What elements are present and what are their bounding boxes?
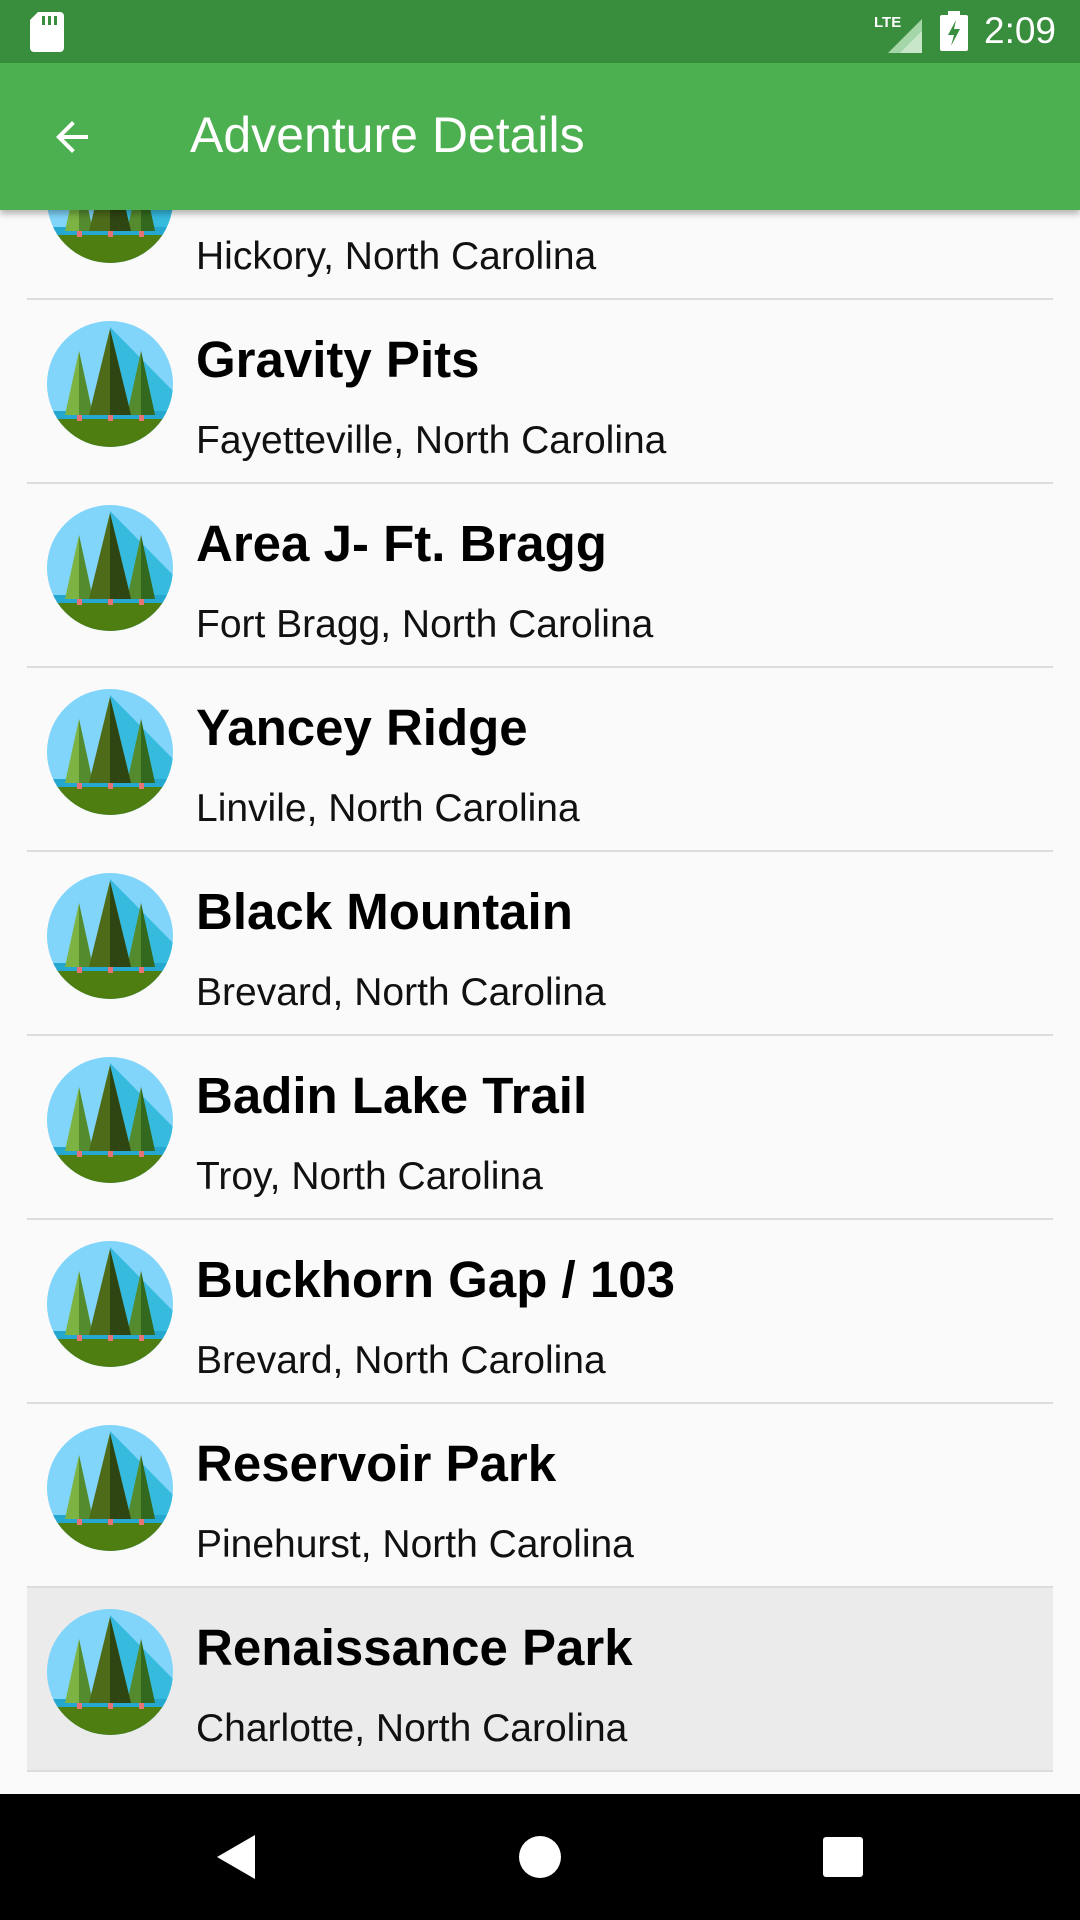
forest-trees-icon xyxy=(47,321,173,447)
recents-square-icon xyxy=(823,1837,863,1877)
list-item[interactable]: Black Mountain Brevard, North Carolina xyxy=(27,852,1053,1036)
adventure-location: Brevard, North Carolina xyxy=(196,1339,606,1382)
back-button[interactable] xyxy=(34,99,110,175)
adventure-name: Area J- Ft. Bragg xyxy=(196,515,607,572)
list-item[interactable]: Reservoir Park Pinehurst, North Carolina xyxy=(27,1404,1053,1588)
forest-trees-icon xyxy=(47,210,173,263)
adventure-location: Fayetteville, North Carolina xyxy=(196,419,667,462)
adventure-name: Yancey Ridge xyxy=(196,699,528,756)
system-nav-bar xyxy=(0,1794,1080,1920)
adventure-location: Charlotte, North Carolina xyxy=(196,1707,628,1750)
forest-trees-icon xyxy=(47,505,173,631)
forest-trees-icon xyxy=(47,1241,173,1367)
nav-home-button[interactable] xyxy=(500,1817,580,1897)
list-item[interactable]: Hickory, North Carolina xyxy=(27,210,1053,300)
list-item[interactable]: Badin Lake Trail Troy, North Carolina xyxy=(27,1036,1053,1220)
list-item[interactable]: Renaissance Park Charlotte, North Carolin… xyxy=(27,1588,1053,1772)
page-title: Adventure Details xyxy=(190,107,585,163)
adventure-list-content: Hickory, North Carolina Gravity Pits Faye… xyxy=(27,210,1053,1772)
adventure-name: Renaissance Park xyxy=(196,1619,633,1676)
nav-recents-button[interactable] xyxy=(803,1817,883,1897)
adventure-name: Buckhorn Gap / 103 xyxy=(196,1251,675,1308)
network-type-label: LTE xyxy=(874,14,901,31)
nav-back-button[interactable] xyxy=(197,1817,277,1897)
back-triangle-icon xyxy=(217,1835,255,1879)
adventure-location: Pinehurst, North Carolina xyxy=(196,1523,634,1566)
list-item[interactable]: Buckhorn Gap / 103 Brevard, North Carolin… xyxy=(27,1220,1053,1404)
adventure-name: Reservoir Park xyxy=(196,1435,557,1492)
status-bar: LTE 2:09 xyxy=(0,0,1080,63)
forest-trees-icon xyxy=(47,1609,173,1735)
adventure-name: Black Mountain xyxy=(196,883,573,940)
adventure-location: Linvile, North Carolina xyxy=(196,787,580,830)
forest-trees-icon xyxy=(47,873,173,999)
sd-card-icon xyxy=(30,12,64,52)
adventure-location: Hickory, North Carolina xyxy=(196,235,597,278)
adventure-location: Brevard, North Carolina xyxy=(196,971,606,1014)
adventure-name: Badin Lake Trail xyxy=(196,1067,588,1124)
adventure-name: Gravity Pits xyxy=(196,331,480,388)
arrow-back-icon xyxy=(56,121,88,153)
battery-charging-icon xyxy=(940,11,968,51)
list-item[interactable]: Area J- Ft. Bragg Fort Bragg, North Carol… xyxy=(27,484,1053,668)
lte-signal-icon: LTE xyxy=(874,14,922,53)
forest-trees-icon xyxy=(47,1057,173,1183)
adventure-location: Troy, North Carolina xyxy=(196,1155,543,1198)
list-item[interactable]: Yancey Ridge Linvile, North Carolina xyxy=(27,668,1053,852)
app-bar: Adventure Details xyxy=(0,63,1080,210)
home-circle-icon xyxy=(519,1836,561,1878)
forest-trees-icon xyxy=(47,689,173,815)
adventure-list[interactable]: Hickory, North Carolina Gravity Pits Faye… xyxy=(0,210,1080,1794)
status-time: 2:09 xyxy=(984,10,1057,51)
adventure-location: Fort Bragg, North Carolina xyxy=(196,603,654,646)
forest-trees-icon xyxy=(47,1425,173,1551)
list-item[interactable]: Gravity Pits Fayetteville, North Carolina xyxy=(27,300,1053,484)
